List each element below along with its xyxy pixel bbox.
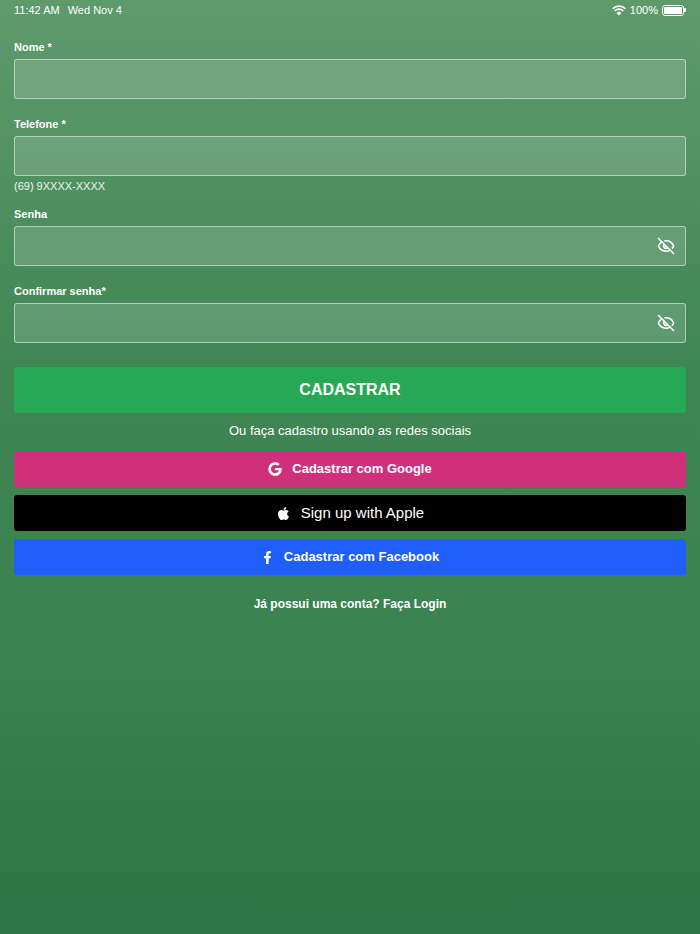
form-field: Telefone * (69) 9XXXX-XXXX xyxy=(14,117,686,193)
text-input[interactable] xyxy=(14,136,686,176)
status-bar: 11:42 AM Wed Nov 4 100% xyxy=(0,0,700,20)
field-label: Nome * xyxy=(14,40,686,54)
google-signup-button[interactable]: Cadastrar com Google xyxy=(14,451,686,487)
apple-signup-button[interactable]: Sign up with Apple xyxy=(14,495,686,531)
social-buttons: Cadastrar com Google Sign up with Apple Ca… xyxy=(14,451,686,575)
field-hint: (69) 9XXXX-XXXX xyxy=(14,179,686,193)
eye-off-icon[interactable] xyxy=(657,314,675,332)
status-date: Wed Nov 4 xyxy=(68,2,122,19)
google-icon xyxy=(268,462,282,476)
apple-icon xyxy=(276,506,291,521)
eye-off-icon[interactable] xyxy=(657,237,675,255)
text-input[interactable] xyxy=(14,226,686,266)
form-field: Confirmar senha* xyxy=(14,284,686,343)
field-label: Telefone * xyxy=(14,117,686,131)
field-label: Confirmar senha* xyxy=(14,284,686,298)
register-button[interactable]: CADASTRAR xyxy=(14,367,686,413)
facebook-signup-button[interactable]: Cadastrar com Facebook xyxy=(14,539,686,575)
wifi-icon xyxy=(612,5,626,16)
login-link[interactable]: Já possui uma conta? Faça Login xyxy=(254,595,447,613)
text-input[interactable] xyxy=(14,59,686,99)
status-time: 11:42 AM xyxy=(14,2,60,19)
signup-form: Nome * Telefone * (69) 9XXXX-XXXX Senha Conf… xyxy=(0,20,700,613)
social-caption: Ou faça cadastro usando as redes sociais xyxy=(14,423,686,439)
text-input[interactable] xyxy=(14,303,686,343)
battery-icon xyxy=(662,5,686,16)
signup-screen: 11:42 AM Wed Nov 4 100% Nome * Telefone * (69… xyxy=(0,0,700,934)
facebook-icon xyxy=(261,551,274,564)
battery-percent: 100% xyxy=(630,2,658,19)
form-field: Senha xyxy=(14,207,686,266)
form-field: Nome * xyxy=(14,40,686,99)
field-label: Senha xyxy=(14,207,686,221)
